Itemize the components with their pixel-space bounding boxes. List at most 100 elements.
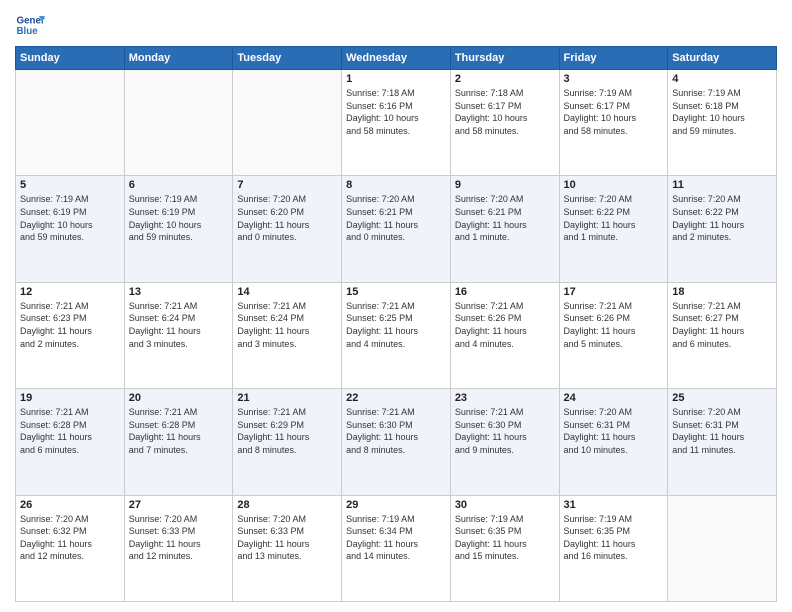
table-row: 28 Sunrise: 7:20 AMSunset: 6:33 PMDayligh… bbox=[233, 495, 342, 601]
day-info: Sunrise: 7:19 AMSunset: 6:17 PMDaylight:… bbox=[564, 87, 664, 137]
table-row: 11 Sunrise: 7:20 AMSunset: 6:22 PMDayligh… bbox=[668, 176, 777, 282]
logo-icon: General Blue bbox=[15, 10, 45, 40]
table-row bbox=[16, 70, 125, 176]
calendar-week-row: 26Sunrise: 7:20 AMSunset: 6:32 PMDayligh… bbox=[16, 495, 777, 601]
day-info: Sunrise: 7:21 AMSunset: 6:29 PMDaylight:… bbox=[237, 406, 337, 456]
table-row: 19 Sunrise: 7:21 AMSunset: 6:28 PMDayligh… bbox=[16, 389, 125, 495]
day-number: 9 bbox=[455, 179, 555, 191]
table-row bbox=[124, 70, 233, 176]
table-row: 8 Sunrise: 7:20 AMSunset: 6:21 PMDaylight… bbox=[342, 176, 451, 282]
table-row: 3 Sunrise: 7:19 AMSunset: 6:17 PMDaylight… bbox=[559, 70, 668, 176]
day-number: 30 bbox=[455, 499, 555, 511]
table-row: 25 Sunrise: 7:20 AMSunset: 6:31 PMDayligh… bbox=[668, 389, 777, 495]
col-monday: Monday bbox=[124, 47, 233, 70]
table-row: 17 Sunrise: 7:21 AMSunset: 6:26 PMDayligh… bbox=[559, 282, 668, 388]
day-info: Sunrise: 7:18 AMSunset: 6:17 PMDaylight:… bbox=[455, 87, 555, 137]
svg-text:Blue: Blue bbox=[17, 26, 39, 37]
day-info: Sunrise: 7:21 AMSunset: 6:27 PMDaylight:… bbox=[672, 300, 772, 350]
day-number: 5 bbox=[20, 179, 120, 191]
table-row: 7 Sunrise: 7:20 AMSunset: 6:20 PMDaylight… bbox=[233, 176, 342, 282]
calendar-week-row: 19 Sunrise: 7:21 AMSunset: 6:28 PMDayligh… bbox=[16, 389, 777, 495]
table-row: 21Sunrise: 7:21 AMSunset: 6:29 PMDayligh… bbox=[233, 389, 342, 495]
day-info: Sunrise: 7:18 AMSunset: 6:16 PMDaylight:… bbox=[346, 87, 446, 137]
day-number: 27 bbox=[129, 499, 229, 511]
day-number: 3 bbox=[564, 73, 664, 85]
day-info: Sunrise: 7:20 AMSunset: 6:21 PMDaylight:… bbox=[346, 193, 446, 243]
calendar-week-row: 5 Sunrise: 7:19 AMSunset: 6:19 PMDaylight… bbox=[16, 176, 777, 282]
day-number: 29 bbox=[346, 499, 446, 511]
table-row: 16Sunrise: 7:21 AMSunset: 6:26 PMDayligh… bbox=[450, 282, 559, 388]
day-info: Sunrise: 7:21 AMSunset: 6:25 PMDaylight:… bbox=[346, 300, 446, 350]
day-number: 13 bbox=[129, 286, 229, 298]
table-row: 13 Sunrise: 7:21 AMSunset: 6:24 PMDayligh… bbox=[124, 282, 233, 388]
day-number: 24 bbox=[564, 392, 664, 404]
day-info: Sunrise: 7:20 AMSunset: 6:20 PMDaylight:… bbox=[237, 193, 337, 243]
table-row: 20Sunrise: 7:21 AMSunset: 6:28 PMDayligh… bbox=[124, 389, 233, 495]
day-info: Sunrise: 7:20 AMSunset: 6:21 PMDaylight:… bbox=[455, 193, 555, 243]
day-info: Sunrise: 7:20 AMSunset: 6:32 PMDaylight:… bbox=[20, 513, 120, 563]
table-row: 15Sunrise: 7:21 AMSunset: 6:25 PMDayligh… bbox=[342, 282, 451, 388]
table-row: 23 Sunrise: 7:21 AMSunset: 6:30 PMDayligh… bbox=[450, 389, 559, 495]
day-info: Sunrise: 7:19 AMSunset: 6:19 PMDaylight:… bbox=[129, 193, 229, 243]
day-number: 1 bbox=[346, 73, 446, 85]
table-row: 31 Sunrise: 7:19 AMSunset: 6:35 PMDayligh… bbox=[559, 495, 668, 601]
day-number: 14 bbox=[237, 286, 337, 298]
day-number: 2 bbox=[455, 73, 555, 85]
page: General Blue Sunday Monday Tuesday Wedne… bbox=[0, 0, 792, 612]
day-number: 22 bbox=[346, 392, 446, 404]
day-info: Sunrise: 7:20 AMSunset: 6:33 PMDaylight:… bbox=[237, 513, 337, 563]
table-row: 1 Sunrise: 7:18 AMSunset: 6:16 PMDaylight… bbox=[342, 70, 451, 176]
header: General Blue bbox=[15, 10, 777, 40]
col-saturday: Saturday bbox=[668, 47, 777, 70]
day-number: 12 bbox=[20, 286, 120, 298]
table-row: 12 Sunrise: 7:21 AMSunset: 6:23 PMDayligh… bbox=[16, 282, 125, 388]
day-number: 11 bbox=[672, 179, 772, 191]
day-number: 25 bbox=[672, 392, 772, 404]
table-row bbox=[233, 70, 342, 176]
day-info: Sunrise: 7:21 AMSunset: 6:30 PMDaylight:… bbox=[346, 406, 446, 456]
col-tuesday: Tuesday bbox=[233, 47, 342, 70]
day-info: Sunrise: 7:21 AMSunset: 6:24 PMDaylight:… bbox=[129, 300, 229, 350]
table-row bbox=[668, 495, 777, 601]
day-number: 10 bbox=[564, 179, 664, 191]
table-row: 18 Sunrise: 7:21 AMSunset: 6:27 PMDayligh… bbox=[668, 282, 777, 388]
table-row: 24Sunrise: 7:20 AMSunset: 6:31 PMDayligh… bbox=[559, 389, 668, 495]
day-info: Sunrise: 7:19 AMSunset: 6:35 PMDaylight:… bbox=[564, 513, 664, 563]
table-row: 14Sunrise: 7:21 AMSunset: 6:24 PMDayligh… bbox=[233, 282, 342, 388]
calendar-week-row: 12 Sunrise: 7:21 AMSunset: 6:23 PMDayligh… bbox=[16, 282, 777, 388]
day-info: Sunrise: 7:21 AMSunset: 6:23 PMDaylight:… bbox=[20, 300, 120, 350]
day-info: Sunrise: 7:19 AMSunset: 6:19 PMDaylight:… bbox=[20, 193, 120, 243]
col-wednesday: Wednesday bbox=[342, 47, 451, 70]
day-info: Sunrise: 7:20 AMSunset: 6:22 PMDaylight:… bbox=[564, 193, 664, 243]
col-thursday: Thursday bbox=[450, 47, 559, 70]
col-friday: Friday bbox=[559, 47, 668, 70]
table-row: 9 Sunrise: 7:20 AMSunset: 6:21 PMDaylight… bbox=[450, 176, 559, 282]
day-number: 31 bbox=[564, 499, 664, 511]
day-number: 20 bbox=[129, 392, 229, 404]
col-sunday: Sunday bbox=[16, 47, 125, 70]
day-number: 4 bbox=[672, 73, 772, 85]
day-number: 8 bbox=[346, 179, 446, 191]
day-info: Sunrise: 7:19 AMSunset: 6:35 PMDaylight:… bbox=[455, 513, 555, 563]
day-number: 6 bbox=[129, 179, 229, 191]
day-number: 23 bbox=[455, 392, 555, 404]
day-info: Sunrise: 7:20 AMSunset: 6:22 PMDaylight:… bbox=[672, 193, 772, 243]
calendar-table: Sunday Monday Tuesday Wednesday Thursday… bbox=[15, 46, 777, 602]
calendar-header-row: Sunday Monday Tuesday Wednesday Thursday… bbox=[16, 47, 777, 70]
day-info: Sunrise: 7:21 AMSunset: 6:26 PMDaylight:… bbox=[455, 300, 555, 350]
table-row: 5 Sunrise: 7:19 AMSunset: 6:19 PMDaylight… bbox=[16, 176, 125, 282]
table-row: 2 Sunrise: 7:18 AMSunset: 6:17 PMDaylight… bbox=[450, 70, 559, 176]
day-number: 19 bbox=[20, 392, 120, 404]
day-number: 28 bbox=[237, 499, 337, 511]
logo: General Blue bbox=[15, 10, 45, 40]
day-info: Sunrise: 7:21 AMSunset: 6:30 PMDaylight:… bbox=[455, 406, 555, 456]
day-info: Sunrise: 7:19 AMSunset: 6:18 PMDaylight:… bbox=[672, 87, 772, 137]
day-info: Sunrise: 7:20 AMSunset: 6:31 PMDaylight:… bbox=[672, 406, 772, 456]
day-info: Sunrise: 7:19 AMSunset: 6:34 PMDaylight:… bbox=[346, 513, 446, 563]
day-number: 18 bbox=[672, 286, 772, 298]
day-number: 7 bbox=[237, 179, 337, 191]
day-info: Sunrise: 7:21 AMSunset: 6:26 PMDaylight:… bbox=[564, 300, 664, 350]
day-number: 17 bbox=[564, 286, 664, 298]
day-info: Sunrise: 7:21 AMSunset: 6:28 PMDaylight:… bbox=[20, 406, 120, 456]
table-row: 22 Sunrise: 7:21 AMSunset: 6:30 PMDayligh… bbox=[342, 389, 451, 495]
